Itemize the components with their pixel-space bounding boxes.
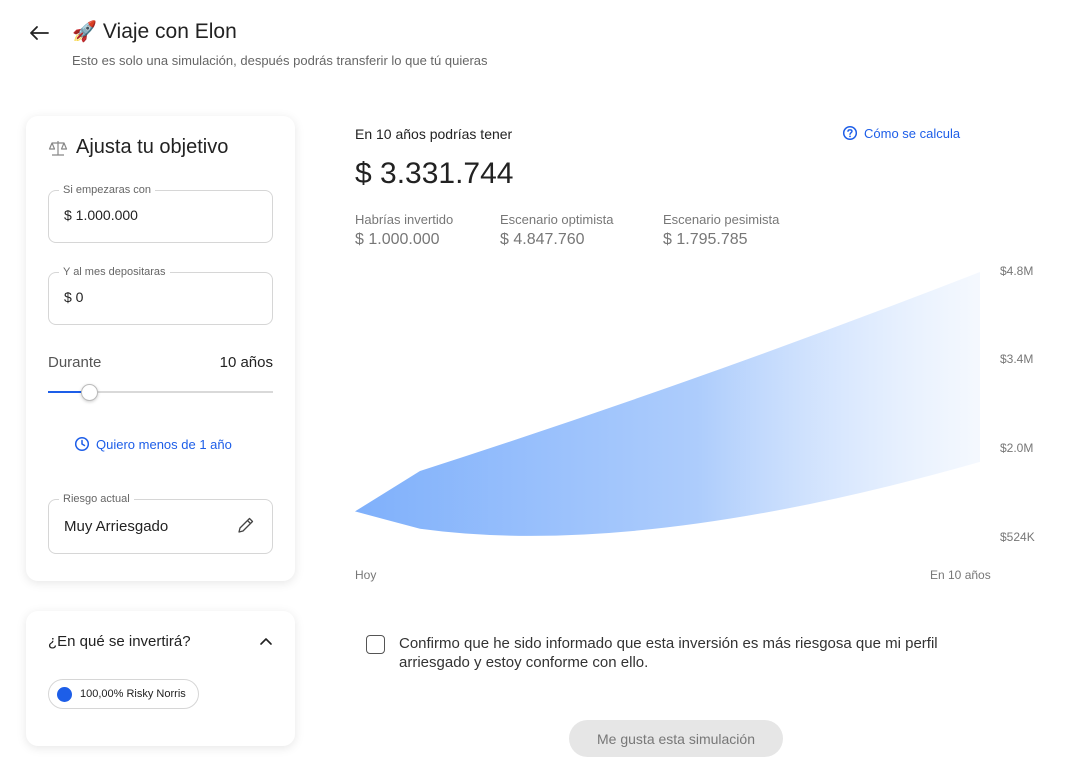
- fund-color-dot: [57, 686, 72, 702]
- duration-label: Durante: [48, 354, 102, 371]
- title-row: 🚀 Viaje con Elon: [72, 19, 237, 45]
- how-calculated-link[interactable]: Cómo se calcula: [842, 125, 960, 141]
- less-than-year-text: Quiero menos de 1 año: [96, 436, 232, 452]
- projected-amount: $ 3.331.744: [355, 157, 514, 190]
- how-calculated-text: Cómo se calcula: [864, 125, 961, 141]
- confirm-checkbox[interactable]: [366, 635, 385, 654]
- risk-label: Riesgo actual: [59, 492, 134, 506]
- stat-invested-value: $ 1.000.000: [355, 231, 440, 248]
- stat-pessimistic-label: Escenario pesimista: [663, 212, 780, 227]
- monthly-deposit-value[interactable]: $ 0: [64, 289, 83, 305]
- submit-simulation-button[interactable]: Me gusta esta simulación: [569, 720, 783, 757]
- objective-card: Ajusta tu objetivo Si empezaras con $ 1.…: [26, 116, 295, 581]
- stat-optimistic: Escenario optimista $ 4.847.760: [500, 212, 613, 249]
- y-tick-label: $524K: [1000, 530, 1035, 544]
- back-arrow-icon[interactable]: [26, 20, 52, 46]
- page-title: Viaje con Elon: [102, 20, 237, 43]
- result-heading: En 10 años podrías tener: [355, 126, 513, 142]
- stat-invested: Habrías invertido $ 1.000.000: [355, 212, 453, 249]
- page-header: 🚀 Viaje con Elon Esto es solo una simula…: [24, 16, 724, 76]
- confirm-text: Confirmo que he sido informado que esta …: [399, 635, 938, 671]
- duration-slider[interactable]: [48, 382, 273, 402]
- duration-value: 10 años: [219, 354, 273, 371]
- page-subtitle: Esto es solo una simulación, después pod…: [72, 53, 488, 68]
- monthly-deposit-label: Y al mes depositaras: [59, 265, 170, 279]
- rocket-icon: 🚀: [72, 21, 97, 43]
- risk-value: Muy Arriesgado: [64, 518, 169, 535]
- initial-amount-label: Si empezaras con: [59, 183, 156, 197]
- investment-title: ¿En qué se invertirá?: [48, 633, 191, 650]
- less-than-year-link[interactable]: Quiero menos de 1 año: [74, 436, 232, 452]
- slider-thumb[interactable]: [80, 384, 98, 401]
- initial-amount-field[interactable]: Si empezaras con $ 1.000.000: [48, 183, 273, 243]
- x-tick-label: Hoy: [355, 568, 376, 582]
- risk-field[interactable]: Riesgo actual Muy Arriesgado: [48, 492, 273, 554]
- stat-optimistic-value: $ 4.847.760: [500, 231, 585, 248]
- scale-icon: [48, 140, 68, 156]
- confirm-row: Confirmo que he sido informado que esta …: [366, 634, 986, 672]
- stat-pessimistic-value: $ 1.795.785: [663, 231, 748, 248]
- objective-title: Ajusta tu objetivo: [76, 136, 229, 158]
- objective-title-row: Ajusta tu objetivo: [48, 136, 228, 159]
- projection-chart: $4.8M $3.4M $2.0M $524K Hoy En 10 años: [355, 264, 1035, 582]
- projection-area: [355, 272, 980, 536]
- clock-icon: [74, 436, 90, 452]
- stat-pessimistic: Escenario pesimista $ 1.795.785: [663, 212, 779, 249]
- y-tick-label: $4.8M: [1000, 264, 1033, 278]
- fund-chip-label: 100,00% Risky Norris: [80, 688, 186, 700]
- initial-amount-value[interactable]: $ 1.000.000: [64, 207, 138, 223]
- y-tick-label: $3.4M: [1000, 352, 1033, 366]
- stat-invested-label: Habrías invertido: [355, 212, 454, 227]
- y-tick-label: $2.0M: [1000, 441, 1033, 455]
- monthly-deposit-field[interactable]: Y al mes depositaras $ 0: [48, 265, 273, 325]
- stat-optimistic-label: Escenario optimista: [500, 212, 614, 227]
- fund-chip: 100,00% Risky Norris: [48, 679, 199, 709]
- pencil-icon[interactable]: [236, 515, 256, 535]
- x-tick-label: En 10 años: [930, 568, 991, 582]
- chevron-up-icon[interactable]: [259, 634, 273, 648]
- help-circle-icon: [842, 125, 858, 141]
- investment-card: ¿En qué se invertirá? 100,00% Risky Norr…: [26, 611, 295, 746]
